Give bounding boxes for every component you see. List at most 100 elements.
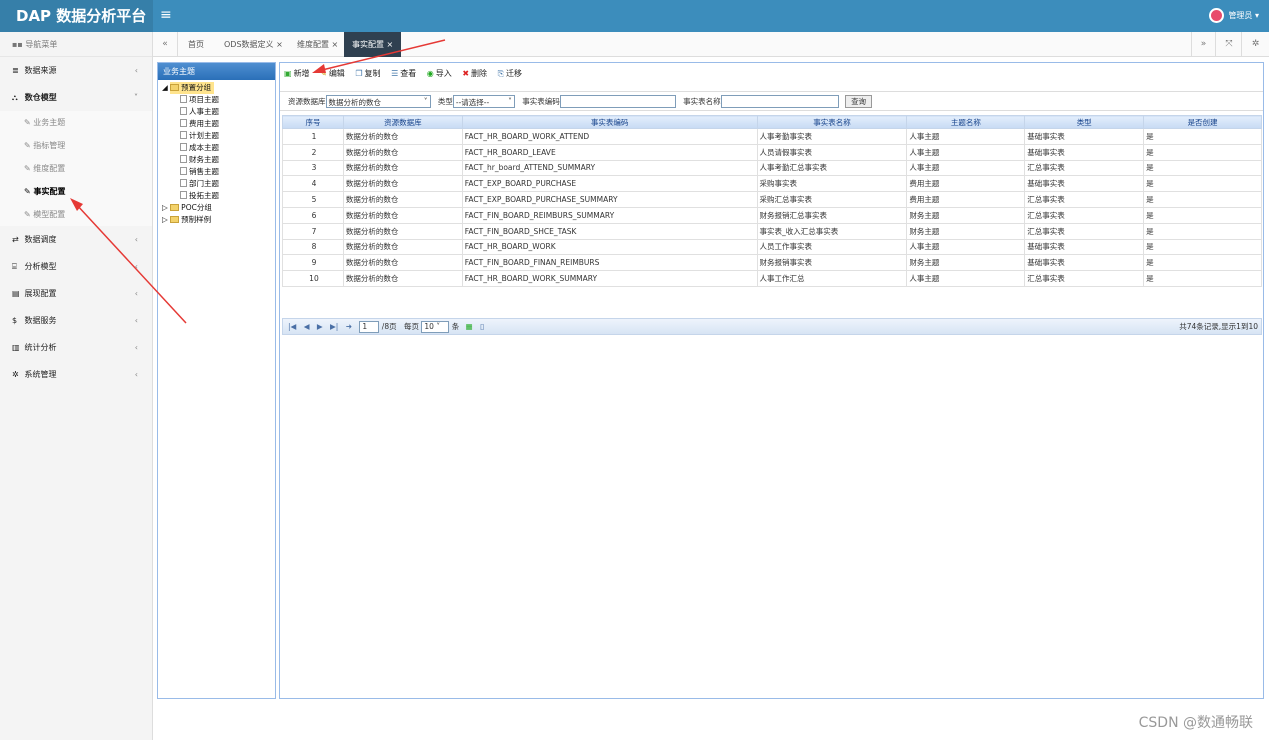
table-row[interactable]: 6 数据分析的数仓 FACT_FIN_BOARD_REIMBURS_SUMMARY 财… — [282, 206, 1262, 224]
add-button[interactable]: ▣ 新增 — [284, 68, 310, 79]
column-header[interactable]: 事实表编码 — [461, 115, 758, 129]
sidebar-item-scheduling[interactable]: ⇄ 数据调度 ‹ — [0, 226, 152, 253]
table-cell: 人事主题 — [906, 143, 1026, 161]
sidebar-item-statistics[interactable]: ▥ 统计分析 ‹ — [0, 334, 152, 361]
tree-node-child[interactable]: 部门主题 — [180, 178, 275, 190]
file-icon — [180, 131, 187, 139]
db-select[interactable]: 数据分析的数仓 ˅ — [325, 95, 431, 108]
sidebar-item-display-config[interactable]: ▤ 展现配置 ‹ — [0, 280, 152, 307]
delete-button[interactable]: ✖ 删除 — [462, 68, 487, 79]
tab-home[interactable]: 首页 — [180, 32, 212, 57]
gear-icon[interactable]: ✲ — [1243, 32, 1268, 57]
sidebar-subitem-business-topic[interactable]: ✎ 业务主题 — [0, 111, 152, 134]
copy-button[interactable]: ❐ 复制 — [355, 68, 380, 79]
fact-table: 序号 资源数据库 事实表编码 事实表名称 主题名称 类型 是否创建 1 数据分析的… — [282, 115, 1262, 287]
sidebar-subitem-indicator[interactable]: ✎ 指标管理 — [0, 134, 152, 157]
table-row[interactable]: 10 数据分析的数仓 FACT_HR_BOARD_WORK_SUMMARY 人事工作汇… — [282, 270, 1262, 287]
tree-node-child[interactable]: 财务主题 — [180, 154, 275, 166]
migrate-button[interactable]: ⎘ 迁移 — [498, 68, 522, 79]
tree-node-poc[interactable]: ▷ POC分组 — [162, 202, 275, 214]
view-button[interactable]: ☰ 查看 — [391, 68, 416, 79]
table-row[interactable]: 3 数据分析的数仓 FACT_hr_board_ATTEND_SUMMARY 人事考勤… — [282, 159, 1262, 177]
prev-page-icon[interactable]: ◀ — [304, 319, 310, 334]
tree-node-preset[interactable]: ◢ 预置分组 — [162, 82, 275, 94]
fullscreen-icon[interactable]: ⤧ — [1217, 32, 1242, 57]
menu-toggle-icon[interactable]: ≡ — [160, 7, 172, 23]
next-page-icon[interactable]: ▶ — [317, 319, 323, 334]
last-page-icon[interactable]: ▶| — [330, 319, 338, 334]
excel-icon[interactable]: ▦ — [466, 319, 473, 334]
table-row[interactable]: 9 数据分析的数仓 FACT_FIN_BOARD_FINAN_REIMBURS 财务报… — [282, 254, 1262, 272]
tab-ods[interactable]: ODS数据定义 × — [216, 32, 291, 57]
tab-scroll-left-icon[interactable]: « — [153, 32, 178, 57]
collapse-icon: ▷ — [162, 215, 168, 224]
chevron-down-icon: ˅ — [134, 93, 138, 102]
tree-node-child[interactable]: 投拓主题 — [180, 190, 275, 202]
sidebar-title: ▪▪ 导航菜单 — [0, 32, 152, 57]
per-page-label: 每页 — [404, 322, 419, 331]
tree-node-child[interactable]: 销售主题 — [180, 166, 275, 178]
column-header[interactable]: 事实表名称 — [756, 115, 908, 129]
page-input[interactable]: 1 — [359, 321, 380, 333]
table-header-row: 序号 资源数据库 事实表编码 事实表名称 主题名称 类型 是否创建 — [282, 115, 1262, 129]
folder-icon — [170, 204, 180, 211]
table-row[interactable]: 4 数据分析的数仓 FACT_EXP_BOARD_PURCHASE 采购事实表 费用主题… — [282, 175, 1262, 193]
column-header[interactable]: 主题名称 — [906, 115, 1026, 129]
column-header[interactable]: 资源数据库 — [342, 115, 463, 129]
column-header[interactable]: 序号 — [282, 115, 344, 129]
tree-node-child[interactable]: 人事主题 — [180, 106, 275, 118]
tab-dimension[interactable]: 维度配置 × — [289, 32, 346, 57]
table-cell: 费用主题 — [906, 191, 1026, 208]
sidebar-item-warehouse-model[interactable]: ⛬ 数仓模型 ˅ — [0, 84, 152, 111]
table-cell: FACT_EXP_BOARD_PURCHASE_SUMMARY — [461, 191, 758, 208]
sidebar-subitem-fact-config[interactable]: ✎ 事实配置 — [0, 180, 152, 203]
file-icon — [180, 119, 187, 127]
import-button[interactable]: ◉ 导入 — [427, 68, 452, 79]
sidebar-item-data-service[interactable]: $ 数据服务 ‹ — [0, 307, 152, 334]
table-row[interactable]: 1 数据分析的数仓 FACT_HR_BOARD_WORK_ATTEND 人事考勤事实表… — [282, 128, 1262, 145]
user-menu[interactable]: 管理员 ▾ — [1209, 8, 1259, 23]
table-row[interactable]: 7 数据分析的数仓 FACT_FIN_BOARD_SHCE_TASK 事实表_收入汇总… — [282, 222, 1262, 240]
go-page-icon[interactable]: ➜ — [346, 319, 352, 334]
column-header[interactable]: 是否创建 — [1143, 115, 1262, 129]
type-select[interactable]: --请选择-- ˅ — [452, 95, 515, 108]
table-cell: 基础事实表 — [1024, 175, 1145, 193]
table-cell: 人事工作汇总 — [756, 270, 908, 287]
file-icon — [180, 107, 187, 115]
table-cell: 5 — [282, 191, 344, 208]
tab-scroll-right-icon[interactable]: » — [1191, 32, 1216, 57]
tree-node-sample[interactable]: ▷ 预制样例 — [162, 214, 275, 226]
tree-node-child[interactable]: 费用主题 — [180, 118, 275, 130]
delete-icon: ✖ — [462, 69, 470, 78]
column-header[interactable]: 类型 — [1024, 115, 1145, 129]
leaf-icon: ✎ — [24, 118, 34, 127]
tab-fact-config[interactable]: 事实配置 × — [344, 32, 402, 57]
file-icon — [180, 143, 187, 151]
pagination-bar: |◀ ◀ ▶ ▶| ➜ 1 /8页 每页 10 ˅ 条 ▦ ▯ 共74条记录,显… — [282, 318, 1262, 335]
sidebar-item-system[interactable]: ✲ 系统管理 ‹ — [0, 361, 152, 388]
edit-button[interactable]: ✎ 编辑 — [320, 68, 345, 79]
total-pages: /8页 — [381, 322, 397, 331]
table-cell: 是 — [1143, 254, 1262, 272]
sidebar-item-data-source[interactable]: ≣ 数据来源 ‹ — [0, 57, 152, 84]
table-row[interactable]: 8 数据分析的数仓 FACT_HR_BOARD_WORK 人员工作事实表 人事主题 基础事… — [282, 238, 1262, 256]
table-cell: 7 — [282, 222, 344, 240]
sidebar-subitem-model-config[interactable]: ✎ 模型配置 — [0, 203, 152, 226]
table-row[interactable]: 2 数据分析的数仓 FACT_HR_BOARD_LEAVE 人员请假事实表 人事主题 基础… — [282, 143, 1262, 161]
chevron-left-icon: ‹ — [134, 289, 138, 298]
sidebar: ▪▪ 导航菜单 ≣ 数据来源 ‹ ⛬ 数仓模型 ˅ ✎ 业务主题 ✎ 指标管理 ✎ … — [0, 32, 153, 740]
table-row[interactable]: 5 数据分析的数仓 FACT_EXP_BOARD_PURCHASE_SUMMARY 采… — [282, 191, 1262, 208]
export-icon[interactable]: ▯ — [480, 319, 484, 334]
tree-node-child[interactable]: 成本主题 — [180, 142, 275, 154]
query-button[interactable]: 查询 — [845, 95, 873, 108]
first-page-icon[interactable]: |◀ — [288, 319, 296, 334]
name-input[interactable] — [720, 95, 839, 108]
per-page-select[interactable]: 10 ˅ — [421, 321, 450, 333]
tree-node-child[interactable]: 计划主题 — [180, 130, 275, 142]
sidebar-item-analysis-model[interactable]: ⌸ 分析模型 ‹ — [0, 253, 152, 280]
sidebar-subitem-dimension[interactable]: ✎ 维度配置 — [0, 157, 152, 180]
tree-node-child[interactable]: 项目主题 — [180, 94, 275, 106]
table-cell: 财务主题 — [906, 222, 1026, 240]
table-cell: 10 — [282, 270, 344, 287]
code-input[interactable] — [559, 95, 676, 108]
